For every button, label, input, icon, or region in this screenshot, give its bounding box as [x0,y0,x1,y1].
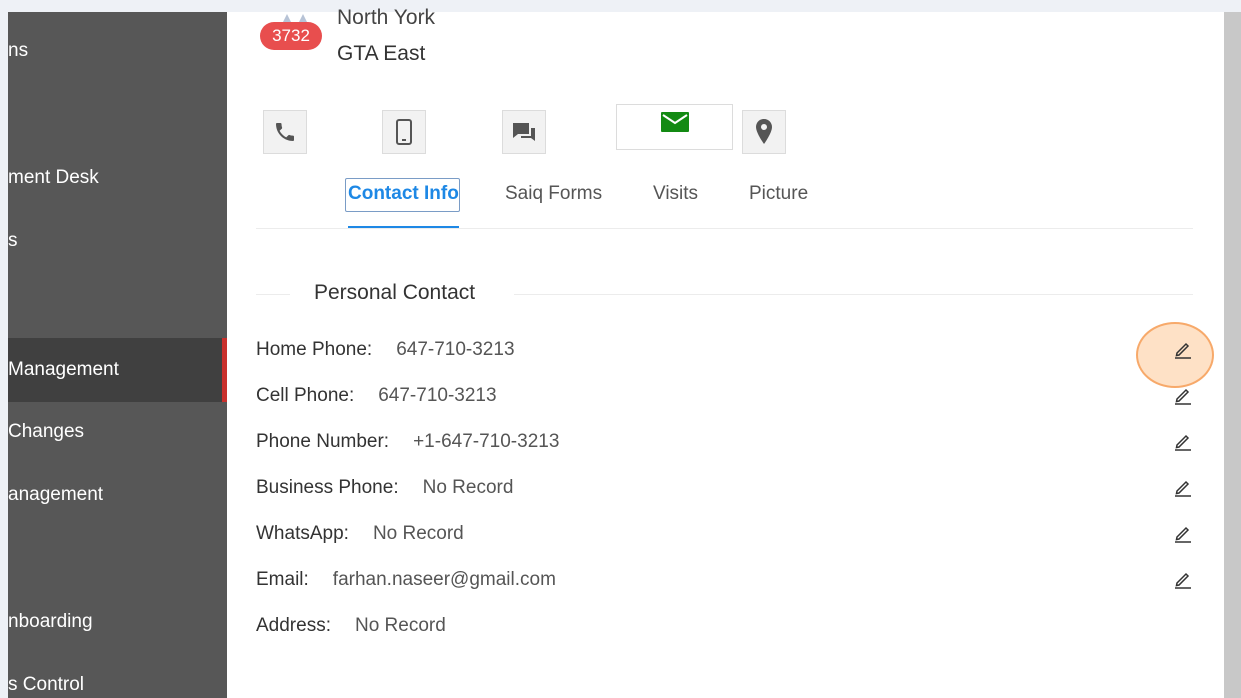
message-button[interactable] [502,110,546,154]
pencil-icon [1175,526,1191,543]
sidebar: ns ment Desk s Management Changes anagem… [8,12,227,698]
edit-phone-number-button[interactable] [1172,430,1194,452]
field-label: Business Phone: [256,477,399,498]
sidebar-item-nboarding[interactable]: nboarding [8,607,227,637]
pencil-icon [1175,572,1191,589]
sidebar-item-ment-desk[interactable]: ment Desk [8,163,227,193]
call-button[interactable] [263,110,307,154]
field-value: 647-710-3213 [378,385,497,406]
field-value: +1-647-710-3213 [413,431,560,452]
edit-whatsapp-button[interactable] [1172,522,1194,544]
field-label: Address: [256,615,331,636]
section-divider-right [514,294,1193,295]
field-value: No Record [422,477,514,498]
sidebar-item-s[interactable]: s [8,226,227,256]
tab-saiq-forms[interactable]: Saiq Forms [505,183,602,205]
pencil-icon [1175,480,1191,497]
mobile-button[interactable] [382,110,426,154]
sidebar-item-anagement[interactable]: anagement [8,480,227,510]
location-pin-icon [756,119,772,144]
chat-icon [513,123,535,141]
phone-number-row: Phone Number: +1-647-710-3213 [256,431,559,453]
scrollbar[interactable] [1224,12,1241,698]
address-row: Address: No Record [256,615,446,637]
sidebar-item-ns[interactable]: ns [8,36,227,66]
location-button[interactable] [742,110,786,154]
pencil-icon [1175,342,1191,359]
edit-home-phone-button[interactable] [1172,338,1194,360]
email-button[interactable] [616,104,733,150]
tab-visits[interactable]: Visits [653,183,698,205]
sidebar-item-label: ns [8,40,29,61]
field-value: No Record [372,523,464,544]
field-value: No Record [354,615,446,636]
id-badge: 3732 [260,22,322,50]
edit-business-phone-button[interactable] [1172,476,1194,498]
pencil-icon [1175,388,1191,405]
sidebar-item-label: s Control [8,674,85,695]
section-divider-left [256,294,290,295]
sidebar-item-changes[interactable]: Changes [8,417,227,447]
location-line-2: GTA East [337,42,426,65]
field-label: WhatsApp: [256,523,349,544]
email-row: Email: farhan.naseer@gmail.com [256,569,556,591]
top-strip [0,0,1241,12]
location-line-1: North York [337,6,436,29]
field-value: 647-710-3213 [396,339,515,360]
sidebar-item-label: Changes [8,421,85,442]
field-label: Home Phone: [256,339,373,360]
sidebar-item-label: anagement [8,484,104,505]
tab-picture[interactable]: Picture [749,183,808,205]
tabs-divider [256,228,1193,229]
whatsapp-row: WhatsApp: No Record [256,523,464,545]
business-phone-row: Business Phone: No Record [256,477,513,499]
edit-email-button[interactable] [1172,568,1194,590]
mail-icon [660,112,689,132]
field-label: Email: [256,569,309,590]
field-label: Phone Number: [256,431,390,452]
avatar [283,14,307,22]
cell-phone-row: Cell Phone: 647-710-3213 [256,385,497,407]
pencil-icon [1175,434,1191,451]
sidebar-item-label: s [8,230,18,251]
home-phone-row: Home Phone: 647-710-3213 [256,339,515,361]
field-label: Cell Phone: [256,385,355,406]
sidebar-item-label: Management [8,359,119,380]
sidebar-item-label: ment Desk [8,167,99,188]
sidebar-item-label: nboarding [8,611,93,632]
sidebar-item-management[interactable]: Management [8,338,227,402]
sidebar-item-s-control[interactable]: s Control [8,670,227,698]
field-value: farhan.naseer@gmail.com [332,569,556,590]
phone-icon [276,123,294,141]
section-title: Personal Contact [314,281,476,304]
tab-contact-info[interactable]: Contact Info [348,183,459,205]
edit-cell-phone-button[interactable] [1172,384,1194,406]
mobile-icon [396,119,412,145]
